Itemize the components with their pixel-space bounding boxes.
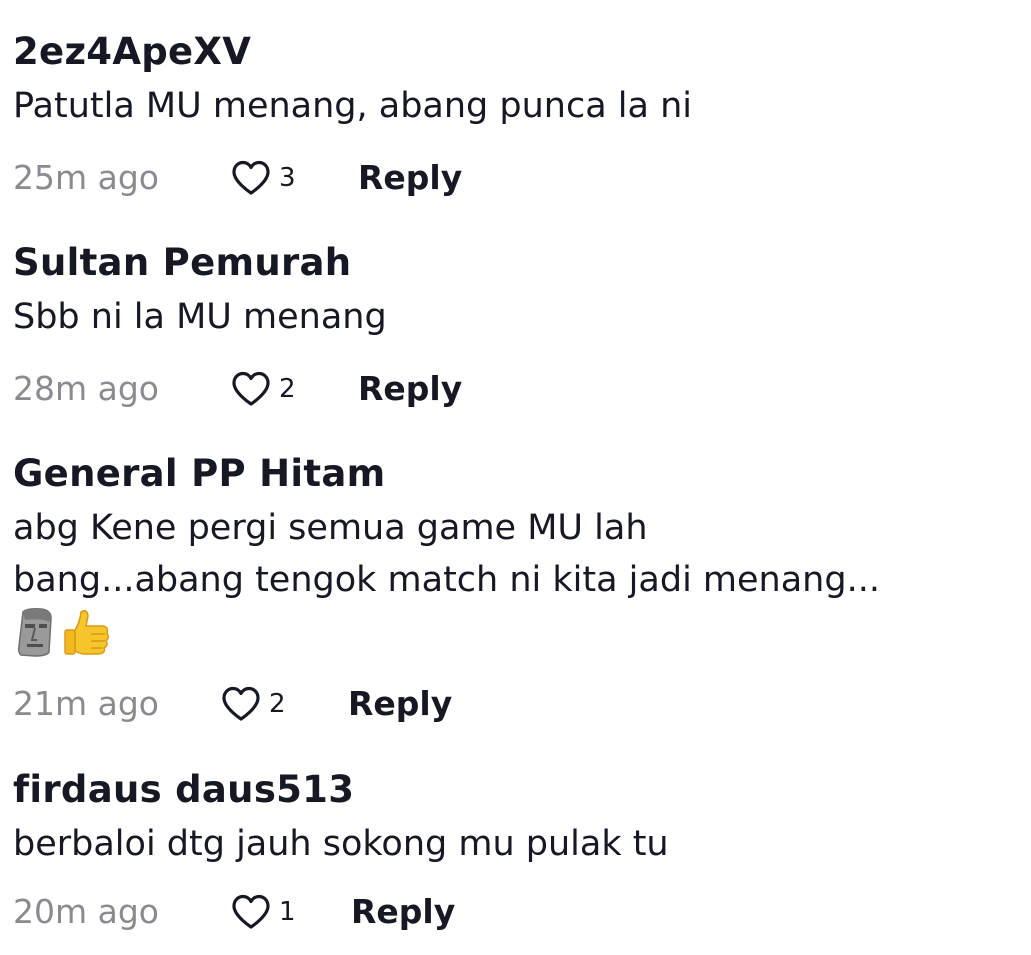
comment-timestamp: 25m ago	[13, 158, 159, 197]
like-count: 1	[279, 897, 296, 927]
comment-username[interactable]: General PP Hitam	[13, 454, 1013, 494]
like-count: 3	[279, 163, 296, 193]
reply-button[interactable]: Reply	[348, 682, 452, 726]
comment-meta: 21m ago 2 Reply	[13, 682, 1013, 726]
comment-timestamp: 20m ago	[13, 892, 159, 931]
comment-text: Sbb ni la MU menang	[13, 297, 387, 337]
comment-item: firdaus daus513 berbaloi dtg jauh sokong…	[13, 770, 1013, 932]
comment-text: abg Kene pergi semua game MU lah bang...…	[13, 502, 1013, 606]
like-count: 2	[269, 689, 286, 719]
comment-item: Sultan Pemurah Sbb ni la MU menang 28m a…	[13, 243, 1013, 409]
reply-button[interactable]: Reply	[358, 367, 462, 411]
comment-text-line: abg Kene pergi semua game MU lah	[13, 508, 648, 548]
comment-text: Patutla MU menang, abang punca la ni	[13, 86, 692, 126]
comment-timestamp: 28m ago	[13, 369, 159, 408]
like-count: 2	[279, 374, 296, 404]
comment-username[interactable]: 2ez4ApeXV	[13, 32, 1013, 72]
comment-item: 2ez4ApeXV Patutla MU menang, abang punca…	[13, 32, 1013, 198]
comment-meta: 20m ago 1 Reply	[13, 890, 1013, 934]
heart-icon	[221, 686, 261, 722]
comment-username[interactable]: Sultan Pemurah	[13, 243, 1013, 283]
heart-icon	[231, 894, 271, 930]
moai-emoji	[13, 606, 57, 663]
comment-emojis	[13, 606, 1013, 662]
comment-item: General PP Hitam abg Kene pergi semua ga…	[13, 454, 1013, 724]
heart-icon	[231, 160, 271, 196]
comment-timestamp: 21m ago	[13, 684, 159, 723]
reply-button[interactable]: Reply	[351, 890, 455, 934]
comment-text: berbaloi dtg jauh sokong mu pulak tu	[13, 824, 669, 864]
comment-meta: 28m ago 2 Reply	[13, 367, 1013, 411]
reply-button[interactable]: Reply	[358, 156, 462, 200]
like-button[interactable]: 2	[231, 367, 296, 411]
like-button[interactable]: 1	[231, 890, 296, 934]
comment-username[interactable]: firdaus daus513	[13, 770, 1013, 810]
heart-icon	[231, 371, 271, 407]
like-button[interactable]: 2	[221, 682, 286, 726]
comment-meta: 25m ago 3 Reply	[13, 156, 1013, 200]
comment-text-line: bang...abang tengok match ni kita jadi m…	[13, 560, 880, 600]
like-button[interactable]: 3	[231, 156, 296, 200]
thumbs-up-emoji	[61, 606, 113, 663]
